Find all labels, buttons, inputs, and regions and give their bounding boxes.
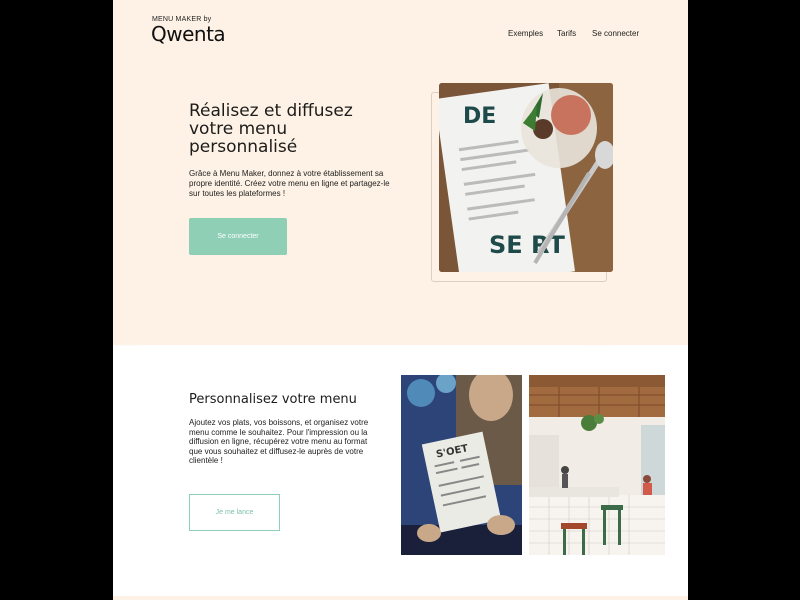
nav-link-tarifs[interactable]: Tarifs [557, 29, 576, 38]
start-button[interactable]: Je me lance [189, 494, 280, 531]
logo-brand[interactable]: Qwenta [151, 22, 226, 46]
nav-link-login[interactable]: Se connecter [592, 29, 639, 38]
section-title: Personnalisez votre menu [189, 392, 357, 407]
dessert-menu-photo: DE SE RT [439, 83, 613, 272]
hero-login-button[interactable]: Se connecter [189, 218, 287, 255]
hero-wave-divider [113, 325, 688, 346]
hero-title: Réalisez et diffusez votre menu personna… [189, 101, 353, 157]
menu-in-hand-photo: S'OET [401, 375, 522, 555]
section-description: Ajoutez vos plats, vos boissons, et orga… [189, 418, 369, 465]
page: MENU MAKER by Qwenta Exemples Tarifs Se … [113, 0, 688, 600]
nav-link-exemples[interactable]: Exemples [508, 29, 543, 38]
restaurant-interior-photo [529, 375, 665, 555]
menu-word-top: DE [463, 104, 496, 129]
footer-strip [113, 596, 688, 600]
hero-description: Grâce à Menu Maker, donnez à votre établ… [189, 169, 390, 198]
